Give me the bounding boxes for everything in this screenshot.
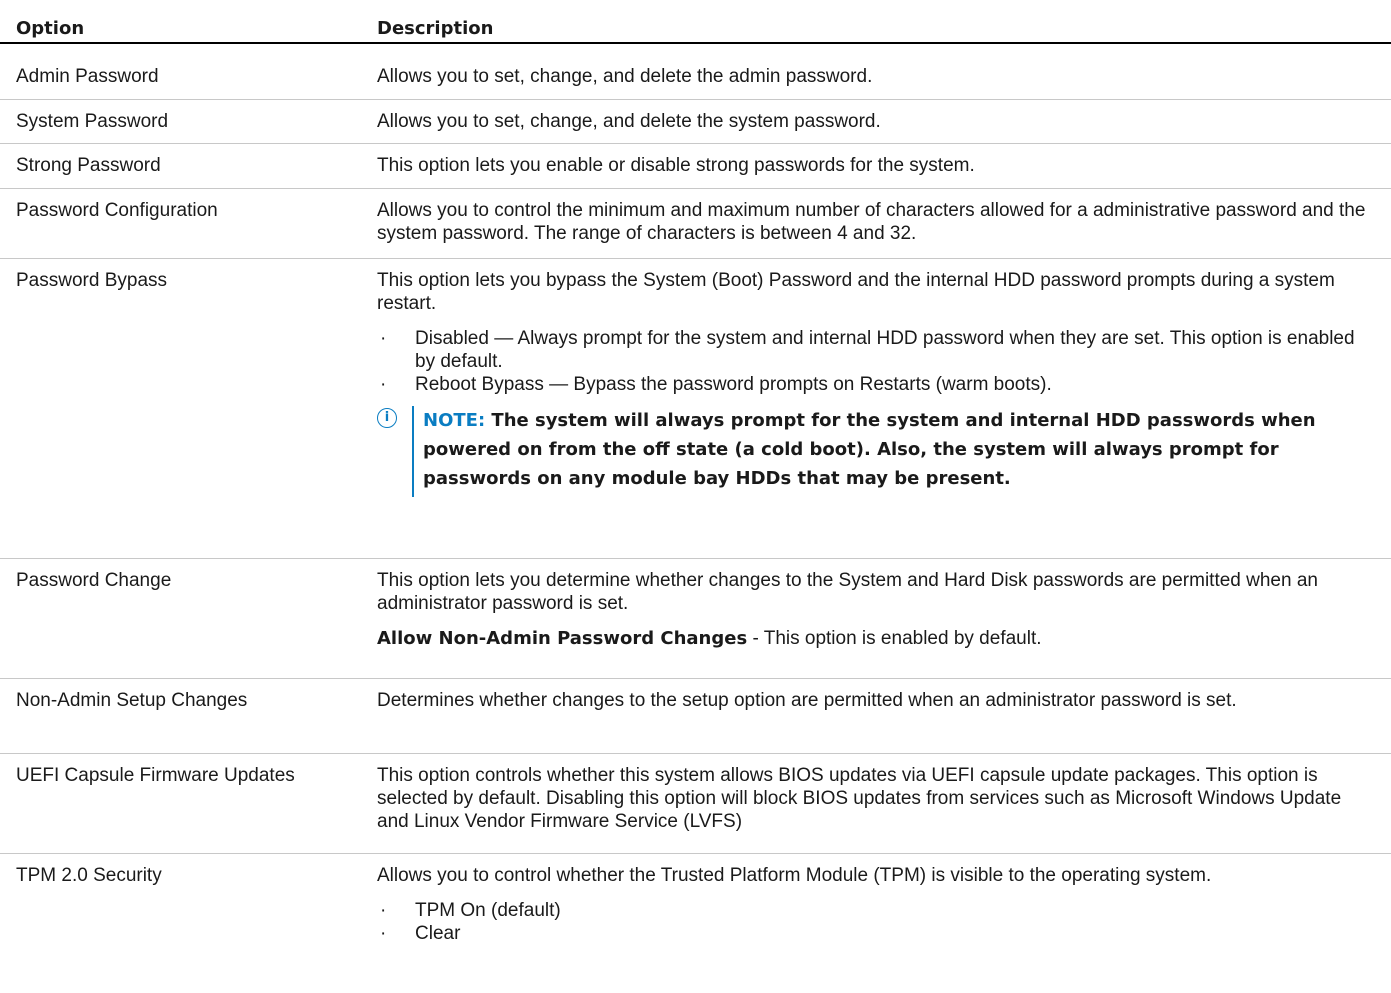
bios-security-table: Option Description [0, 12, 1391, 45]
table-header: Option Description [0, 12, 1391, 45]
info-icon: i [377, 408, 397, 428]
option-values-list: · TPM On (default) · Clear [377, 899, 1377, 945]
option-description: Allows you to set, change, and delete th… [377, 66, 873, 87]
option-description: Allows you to control whether the Truste… [377, 865, 1212, 886]
option-description: Allows you to control the minimum and ma… [377, 200, 1366, 244]
option-description: This option controls whether this system… [377, 765, 1342, 832]
note-text: The system will always prompt for the sy… [423, 410, 1316, 489]
header-description: Description [377, 18, 494, 39]
table-row: Admin Password Allows you to set, change… [0, 55, 1391, 95]
table-row: TPM 2.0 Security Allows you to control w… [0, 853, 1391, 993]
option-name: System Password [16, 111, 169, 132]
bullet-icon: · [380, 923, 387, 944]
table-row: Password Configuration Allows you to con… [0, 188, 1391, 259]
option-name: TPM 2.0 Security [16, 865, 162, 886]
option-description-block: Allows you to control whether the Truste… [377, 864, 1377, 955]
option-description-block: This option lets you bypass the System (… [377, 269, 1377, 497]
option-name: Password Configuration [16, 200, 218, 221]
option-name: Password Change [16, 570, 172, 591]
bullet-icon: · [380, 328, 387, 349]
option-name: Non-Admin Setup Changes [16, 690, 248, 711]
option-name: Strong Password [16, 155, 161, 176]
list-item: · Disabled — Always prompt for the system… [380, 328, 1355, 372]
bullet-icon: · [380, 374, 387, 395]
list-item: · Reboot Bypass — Bypass the password pro… [380, 374, 1052, 395]
bullet-icon: · [380, 900, 387, 921]
note-bar [412, 406, 414, 497]
option-name: Admin Password [16, 66, 159, 87]
table-row: Non-Admin Setup Changes Determines wheth… [0, 678, 1391, 754]
option-name: Password Bypass [16, 270, 168, 291]
list-item: · Clear [380, 923, 461, 944]
header-rule [0, 42, 1391, 44]
table-row: Password Bypass This option lets you byp… [0, 258, 1391, 559]
table-row: Password Change This option lets you det… [0, 558, 1391, 679]
note-callout: i NOTE: The system will always prompt fo… [377, 406, 1377, 497]
option-values-list: · Disabled — Always prompt for the system… [377, 327, 1377, 396]
header-option: Option [16, 18, 85, 39]
default-setting: Allow Non-Admin Password Changes - This … [377, 628, 1042, 649]
option-description: Allows you to set, change, and delete th… [377, 111, 881, 132]
option-description: This option lets you enable or disable s… [377, 155, 975, 176]
table-row: UEFI Capsule Firmware Updates This optio… [0, 753, 1391, 854]
option-description-block: This option lets you determine whether c… [377, 569, 1377, 662]
option-description: This option lets you bypass the System (… [377, 270, 1335, 314]
option-description: This option lets you determine whether c… [377, 570, 1318, 614]
option-description: Determines whether changes to the setup … [377, 690, 1237, 711]
table-row: System Password Allows you to set, chang… [0, 99, 1391, 144]
table-row: Strong Password This option lets you ena… [0, 143, 1391, 189]
option-name: UEFI Capsule Firmware Updates [16, 765, 295, 786]
note-label: NOTE: [423, 410, 486, 431]
list-item: · TPM On (default) [380, 900, 561, 921]
